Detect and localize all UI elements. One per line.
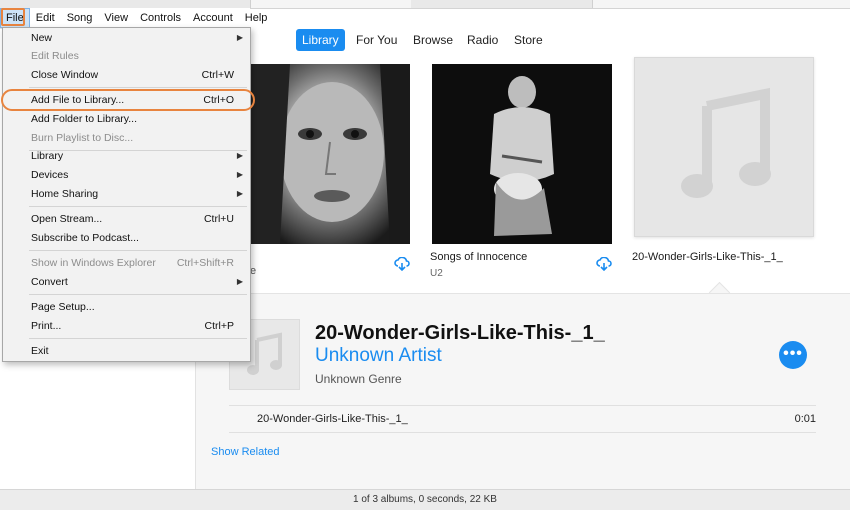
menu-item-label: New: [31, 32, 53, 44]
menu-help[interactable]: Help: [239, 8, 274, 28]
menu-item-devices[interactable]: Devices ▶: [3, 166, 250, 184]
menu-item-label: Show in Windows Explorer: [31, 257, 156, 269]
show-related-link[interactable]: Show Related: [211, 446, 280, 458]
more-options-button[interactable]: •••: [779, 341, 807, 369]
music-note-icon: [681, 87, 771, 198]
track-duration: 0:01: [794, 413, 816, 425]
menu-item-edit-rules[interactable]: Edit Rules: [3, 47, 250, 65]
cloud-download-icon[interactable]: [394, 257, 410, 271]
menu-item-subscribe-podcast[interactable]: Subscribe to Podcast...: [3, 229, 250, 247]
menu-item-label: Edit Rules: [31, 50, 79, 62]
menu-item-label: Open Stream...: [31, 213, 103, 225]
chevron-right-icon: ▶: [236, 189, 243, 198]
menu-separator: [29, 338, 247, 339]
tab-for-you[interactable]: For You: [350, 29, 403, 51]
nav-tabs: Library For You Browse Radio Store: [250, 28, 850, 52]
tab-browse[interactable]: Browse: [407, 29, 459, 51]
menu-view[interactable]: View: [98, 8, 134, 28]
menu-item-label: Page Setup...: [31, 301, 95, 313]
menu-item-label: Devices: [31, 169, 69, 181]
menu-item-page-setup[interactable]: Page Setup...: [3, 298, 250, 316]
album-artwork-1[interactable]: [250, 64, 410, 244]
menu-bar: File Edit Song View Controls Account Hel…: [0, 8, 267, 29]
add-file-highlight-ring: [1, 89, 255, 111]
menu-edit[interactable]: Edit: [30, 8, 61, 28]
menu-item-label: Exit: [31, 345, 49, 357]
menu-item-open-stream[interactable]: Open Stream... Ctrl+U: [3, 210, 250, 228]
album-2-artist: U2: [430, 268, 443, 279]
menu-item-add-folder[interactable]: Add Folder to Library...: [3, 110, 250, 128]
menu-song[interactable]: Song: [61, 8, 99, 28]
menu-item-close-window[interactable]: Close Window Ctrl+W: [3, 66, 250, 84]
detail-artist-link[interactable]: Unknown Artist: [315, 345, 442, 367]
menu-item-library[interactable]: Library ▶: [3, 147, 250, 165]
detail-title: 20-Wonder-Girls-Like-This-_1_: [315, 322, 605, 344]
menu-controls[interactable]: Controls: [134, 8, 187, 28]
menu-item-label: Print...: [31, 320, 62, 332]
menu-item-convert[interactable]: Convert ▶: [3, 273, 250, 291]
menu-item-label: Library: [31, 150, 64, 162]
menu-separator: [29, 294, 247, 295]
chevron-right-icon: ▶: [236, 33, 243, 42]
chevron-right-icon: ▶: [236, 151, 243, 160]
menu-item-shortcut: Ctrl+P: [204, 320, 234, 332]
menu-item-label: Home Sharing: [31, 188, 99, 200]
album-artwork-3[interactable]: [634, 57, 814, 237]
portrait-illustration: [250, 64, 410, 244]
track-row[interactable]: 20-Wonder-Girls-Like-This-_1_ 0:01: [229, 405, 816, 433]
menu-item-shortcut: Ctrl+Shift+R: [176, 257, 234, 269]
tab-library[interactable]: Library: [296, 29, 345, 51]
menu-item-print[interactable]: Print... Ctrl+P: [3, 317, 250, 335]
track-name: 20-Wonder-Girls-Like-This-_1_: [257, 413, 408, 425]
menu-separator: [29, 87, 247, 88]
detail-genre: Unknown Genre: [315, 372, 402, 386]
menu-item-new[interactable]: New ▶: [3, 29, 250, 47]
menu-item-label: Add Folder to Library...: [31, 113, 138, 125]
album-2-title: Songs of Innocence: [430, 251, 528, 263]
menu-separator: [29, 206, 247, 207]
file-menu-highlight-ring: [1, 8, 25, 26]
menu-separator: [29, 250, 247, 251]
menu-item-home-sharing[interactable]: Home Sharing ▶: [3, 185, 250, 203]
menu-item-label: Close Window: [31, 69, 99, 81]
menu-item-exit[interactable]: Exit: [3, 342, 250, 360]
chevron-right-icon: ▶: [236, 170, 243, 179]
file-menu-dropdown: New ▶ Edit Rules Close Window Ctrl+W Add…: [2, 27, 251, 362]
menu-account[interactable]: Account: [187, 8, 239, 28]
album-artwork-2[interactable]: [432, 64, 612, 244]
menu-item-shortcut: Ctrl+U: [203, 213, 234, 225]
album-3-title: 20-Wonder-Girls-Like-This-_1_: [632, 251, 783, 263]
tab-store[interactable]: Store: [508, 29, 549, 51]
menu-item-label: Burn Playlist to Disc...: [31, 132, 134, 144]
chevron-right-icon: ▶: [236, 277, 243, 286]
menu-item-label: Subscribe to Podcast...: [31, 232, 139, 244]
menu-item-burn-playlist[interactable]: Burn Playlist to Disc...: [3, 129, 250, 147]
songs-of-innocence-cover-illustration: [490, 76, 554, 236]
tab-radio[interactable]: Radio: [461, 29, 504, 51]
menu-item-label: Convert: [31, 276, 68, 288]
menu-item-show-in-explorer[interactable]: Show in Windows Explorer Ctrl+Shift+R: [3, 254, 250, 272]
status-bar: 1 of 3 albums, 0 seconds, 22 KB: [0, 489, 850, 510]
cloud-download-icon[interactable]: [596, 257, 612, 271]
menu-item-shortcut: Ctrl+W: [201, 69, 234, 81]
